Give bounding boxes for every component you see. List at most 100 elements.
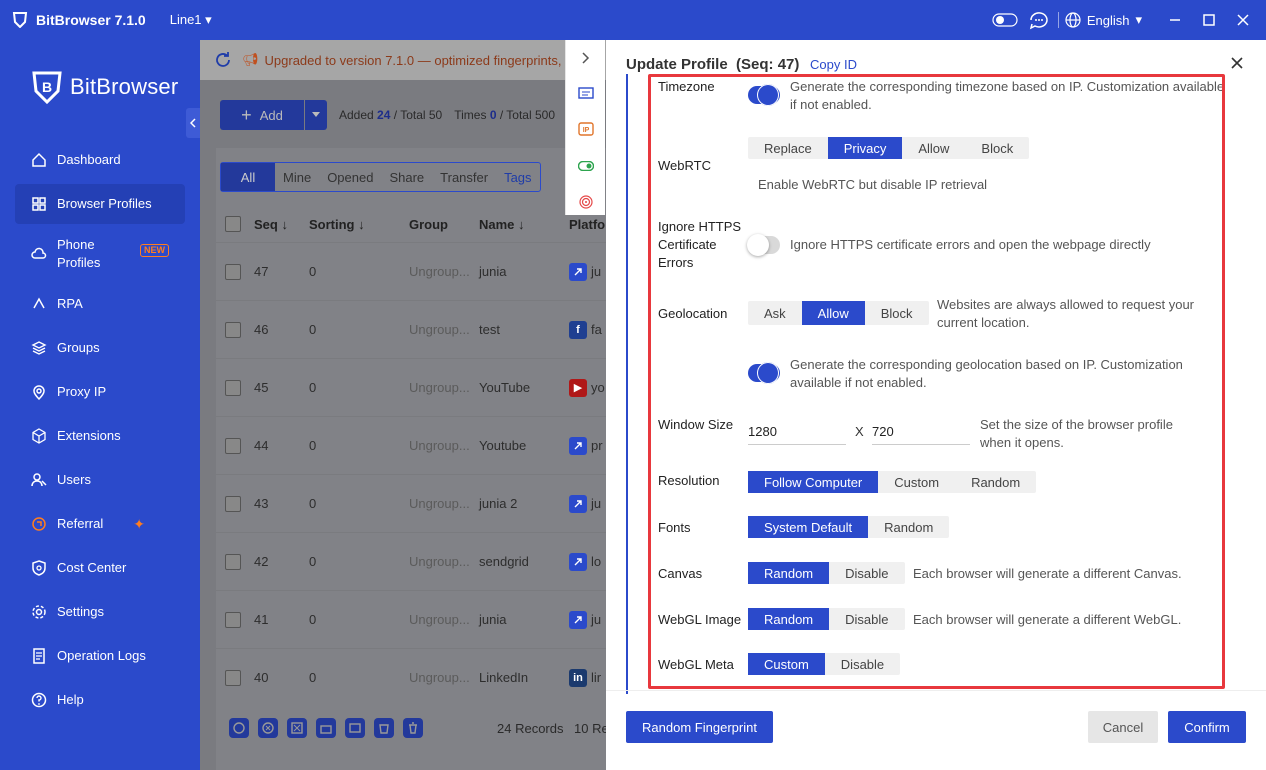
window-width-input[interactable]: 1280 (748, 419, 846, 445)
window-size-label: Window Size (658, 417, 734, 432)
sidebar-item-browser-profiles[interactable]: Browser Profiles (15, 184, 185, 224)
https-errors-toggle[interactable] (747, 234, 780, 256)
line-selector[interactable]: Line1 ▾ (170, 12, 212, 28)
tab-share[interactable]: Share (381, 163, 432, 191)
row-checkbox[interactable] (225, 553, 241, 570)
webrtc-option-allow[interactable]: Allow (902, 137, 965, 159)
window-icon[interactable] (345, 718, 365, 738)
row-checkbox[interactable] (225, 379, 241, 396)
row-platform-text: lo (591, 554, 602, 569)
clear-cache-icon[interactable] (287, 718, 307, 738)
random-fingerprint-button[interactable]: Random Fingerprint (626, 711, 773, 743)
platform-icon: f (569, 320, 587, 339)
column-sorting[interactable]: Sorting ↓ (309, 217, 365, 232)
webgl-image-option-disable[interactable]: Disable (829, 608, 904, 630)
resolution-option-follow-computer[interactable]: Follow Computer (748, 471, 879, 493)
geolocation-option-ask[interactable]: Ask (748, 301, 802, 325)
webrtc-option-privacy[interactable]: Privacy (827, 137, 903, 159)
geolocation-ip-toggle[interactable] (748, 362, 780, 384)
sidebar-item-help[interactable]: Help (15, 680, 185, 720)
table-row[interactable]: 44 0 Ungroup... Youtube pr (216, 416, 606, 474)
tab-mine[interactable]: Mine (275, 163, 319, 191)
tab-opened[interactable]: Opened (319, 163, 381, 191)
globe-icon (1065, 12, 1081, 28)
support-chat-icon[interactable] (1026, 0, 1052, 40)
tab-transfer[interactable]: Transfer (432, 163, 496, 191)
ip-icon[interactable]: IP (566, 112, 605, 148)
confirm-button[interactable]: Confirm (1168, 711, 1246, 743)
webgl-image-option-random[interactable]: Random (748, 608, 830, 630)
quick-action-strip: IP (565, 40, 605, 215)
close-icon[interactable] (1230, 56, 1244, 70)
sidebar-item-cost-center[interactable]: Cost Center (15, 548, 185, 588)
sidebar-item-rpa[interactable]: RPA (15, 284, 185, 324)
row-checkbox[interactable] (225, 263, 241, 280)
row-seq: 42 (254, 554, 269, 569)
language-selector[interactable]: English ▾ (1065, 12, 1142, 28)
row-checkbox[interactable] (225, 321, 241, 338)
open-profiles-icon[interactable] (229, 718, 249, 738)
webgl-meta-option-disable[interactable]: Disable (825, 653, 900, 675)
sidebar-collapse-handle[interactable] (186, 108, 200, 138)
refresh-icon[interactable] (214, 51, 232, 69)
fonts-option-random[interactable]: Random (868, 516, 949, 538)
row-checkbox[interactable] (225, 495, 241, 512)
resolution-option-custom[interactable]: Custom (878, 471, 955, 493)
maximize-icon[interactable] (1196, 0, 1222, 40)
window-size-description: Set the size of the browser profile when… (980, 417, 1173, 450)
sidebar-item-users[interactable]: Users (15, 460, 185, 500)
row-name: junia (479, 612, 507, 627)
collapse-arrow-icon[interactable] (566, 40, 605, 76)
table-row[interactable]: 41 0 Ungroup... junia ju (216, 590, 606, 648)
row-checkbox[interactable] (225, 437, 241, 454)
webgl-meta-option-custom[interactable]: Custom (748, 653, 825, 675)
list-footer: 24 Records 10 Re (216, 708, 606, 748)
geolocation-option-allow[interactable]: Allow (801, 301, 865, 325)
table-row[interactable]: 43 0 Ungroup... junia 2 ju (216, 474, 606, 532)
row-checkbox[interactable] (225, 611, 241, 628)
tab-all[interactable]: All (221, 163, 275, 191)
table-row[interactable]: 47 0 Ungroup... junia ju (216, 242, 606, 300)
geolocation-option-block[interactable]: Block (865, 301, 929, 325)
canvas-option-disable[interactable]: Disable (829, 562, 904, 584)
add-profile-button[interactable]: + Add (220, 100, 304, 130)
webrtc-option-replace[interactable]: Replace (748, 137, 828, 159)
trash-icon[interactable] (403, 718, 423, 738)
toggle-switch-icon[interactable] (566, 148, 605, 184)
per-page-select[interactable]: 10 Re (574, 721, 606, 736)
close-window-icon[interactable] (1230, 0, 1256, 40)
cancel-button[interactable]: Cancel (1088, 711, 1158, 743)
recycle-icon[interactable] (374, 718, 394, 738)
resolution-option-random[interactable]: Random (955, 471, 1036, 493)
sidebar-item-settings[interactable]: Settings (15, 592, 185, 632)
sidebar-item-referral[interactable]: Referral ✦ (15, 504, 185, 544)
fingerprint-icon[interactable] (566, 184, 605, 220)
table-row[interactable]: 42 0 Ungroup... sendgrid lo (216, 532, 606, 590)
tab-tags[interactable]: Tags (496, 163, 539, 191)
sidebar-item-proxy-ip[interactable]: Proxy IP (15, 372, 185, 412)
proxy-icon[interactable] (316, 718, 336, 738)
select-all-checkbox[interactable] (225, 216, 241, 232)
window-height-input[interactable]: 720 (872, 419, 970, 445)
fonts-option-system-default[interactable]: System Default (748, 516, 869, 538)
table-row[interactable]: 46 0 Ungroup... test f fa (216, 300, 606, 358)
table-row[interactable]: 40 0 Ungroup... LinkedIn in lir (216, 648, 606, 706)
timezone-toggle[interactable] (748, 84, 780, 106)
theme-toggle-icon[interactable] (992, 0, 1018, 40)
sidebar-item-operation-logs[interactable]: Operation Logs (15, 636, 185, 676)
sidebar-item-dashboard[interactable]: Dashboard (15, 140, 185, 180)
close-profiles-icon[interactable] (258, 718, 278, 738)
column-seq[interactable]: Seq ↓ (254, 217, 288, 232)
sidebar-item-groups[interactable]: Groups (15, 328, 185, 368)
sidebar-item-extensions[interactable]: Extensions (15, 416, 185, 456)
column-name[interactable]: Name ↓ (479, 217, 525, 232)
profile-info-icon[interactable] (566, 76, 605, 112)
sidebar-item-phone-profiles[interactable]: Phone Profiles NEW (15, 228, 185, 280)
row-checkbox[interactable] (225, 669, 241, 686)
copy-id-link[interactable]: Copy ID (810, 57, 857, 72)
canvas-option-random[interactable]: Random (748, 562, 830, 584)
add-dropdown-button[interactable] (305, 100, 327, 130)
webrtc-option-block[interactable]: Block (965, 137, 1029, 159)
table-row[interactable]: 45 0 Ungroup... YouTube ▶ yo (216, 358, 606, 416)
minimize-icon[interactable] (1162, 0, 1188, 40)
